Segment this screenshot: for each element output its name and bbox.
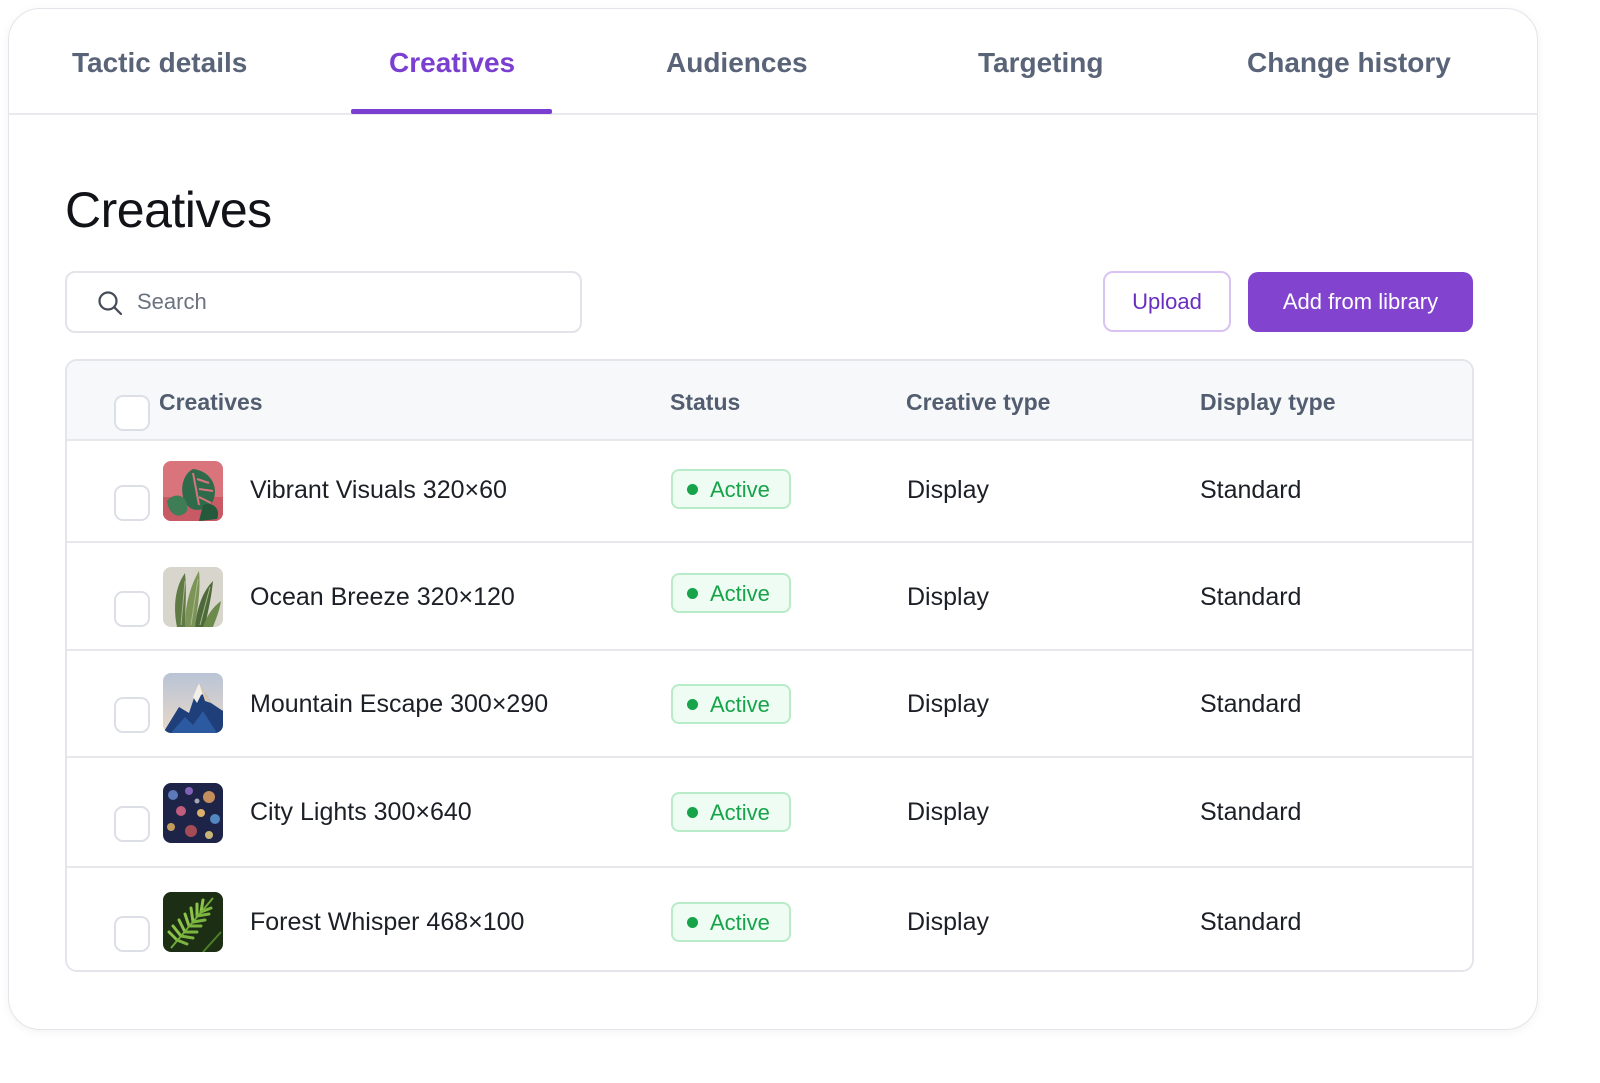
- mountain-peak-image: [163, 673, 223, 733]
- display-type: Standard: [1200, 798, 1302, 826]
- add-from-library-button[interactable]: Add from library: [1248, 272, 1473, 332]
- display-type: Standard: [1200, 476, 1302, 504]
- table-row[interactable]: Mountain Escape 300×290 Active Display S…: [67, 649, 1472, 756]
- creative-name[interactable]: City Lights 300×640: [250, 798, 472, 827]
- creative-type: Display: [907, 476, 989, 504]
- table-header: Creatives Status Creative type Display t…: [67, 361, 1472, 439]
- status-badge: Active: [671, 902, 791, 942]
- status-dot-icon: [687, 588, 698, 599]
- status-label: Active: [710, 477, 770, 502]
- status-dot-icon: [687, 699, 698, 710]
- status-label: Active: [710, 692, 770, 717]
- display-type: Standard: [1200, 690, 1302, 718]
- status-label: Active: [710, 800, 770, 825]
- table-row[interactable]: Forest Whisper 468×100 Active Display St…: [67, 866, 1472, 970]
- table-row[interactable]: Ocean Breeze 320×120 Active Display Stan…: [67, 541, 1472, 649]
- fern-image: [163, 892, 223, 952]
- creative-name[interactable]: Forest Whisper 468×100: [250, 908, 524, 937]
- status-dot-icon: [687, 484, 698, 495]
- tab-creatives[interactable]: Creatives: [389, 47, 515, 79]
- column-header-status[interactable]: Status: [670, 389, 740, 416]
- status-badge: Active: [671, 792, 791, 832]
- status-label: Active: [710, 581, 770, 606]
- search-input[interactable]: [135, 283, 555, 321]
- row-checkbox[interactable]: [114, 806, 150, 842]
- creative-name[interactable]: Ocean Breeze 320×120: [250, 583, 515, 612]
- row-checkbox[interactable]: [114, 916, 150, 952]
- row-checkbox[interactable]: [114, 591, 150, 627]
- creatives-panel: Tactic details Creatives Audiences Targe…: [8, 8, 1538, 1030]
- status-badge: Active: [671, 684, 791, 724]
- search-box[interactable]: [65, 271, 582, 333]
- search-icon: [98, 291, 123, 316]
- status-badge: Active: [671, 573, 791, 613]
- tab-targeting[interactable]: Targeting: [978, 47, 1103, 79]
- status-badge: Active: [671, 469, 791, 509]
- monstera-leaf-image: [163, 461, 223, 521]
- upload-button[interactable]: Upload: [1103, 271, 1231, 332]
- table-row[interactable]: Vibrant Visuals 320×60 Active Display St…: [67, 439, 1472, 541]
- column-header-creatives[interactable]: Creatives: [159, 389, 263, 416]
- column-header-display-type[interactable]: Display type: [1200, 389, 1336, 416]
- status-dot-icon: [687, 807, 698, 818]
- status-dot-icon: [687, 917, 698, 928]
- table-row[interactable]: City Lights 300×640 Active Display Stand…: [67, 756, 1472, 866]
- tab-tactic-details[interactable]: Tactic details: [72, 47, 247, 79]
- creative-name[interactable]: Mountain Escape 300×290: [250, 690, 548, 719]
- column-header-creative-type[interactable]: Creative type: [906, 389, 1050, 416]
- status-label: Active: [710, 910, 770, 935]
- creative-name[interactable]: Vibrant Visuals 320×60: [250, 476, 507, 505]
- page-title: Creatives: [65, 182, 272, 238]
- select-all-checkbox[interactable]: [114, 395, 150, 431]
- bokeh-lights-image: [163, 783, 223, 843]
- active-tab-indicator: [351, 109, 552, 114]
- tab-bar: Tactic details Creatives Audiences Targe…: [9, 9, 1537, 115]
- creatives-table: Creatives Status Creative type Display t…: [65, 359, 1474, 972]
- creative-type: Display: [907, 908, 989, 936]
- display-type: Standard: [1200, 908, 1302, 936]
- tab-change-history[interactable]: Change history: [1247, 47, 1451, 79]
- row-checkbox[interactable]: [114, 697, 150, 733]
- creative-type: Display: [907, 690, 989, 718]
- creative-type: Display: [907, 583, 989, 611]
- creative-type: Display: [907, 798, 989, 826]
- display-type: Standard: [1200, 583, 1302, 611]
- snake-plant-image: [163, 567, 223, 627]
- row-checkbox[interactable]: [114, 485, 150, 521]
- tab-audiences[interactable]: Audiences: [666, 47, 808, 79]
